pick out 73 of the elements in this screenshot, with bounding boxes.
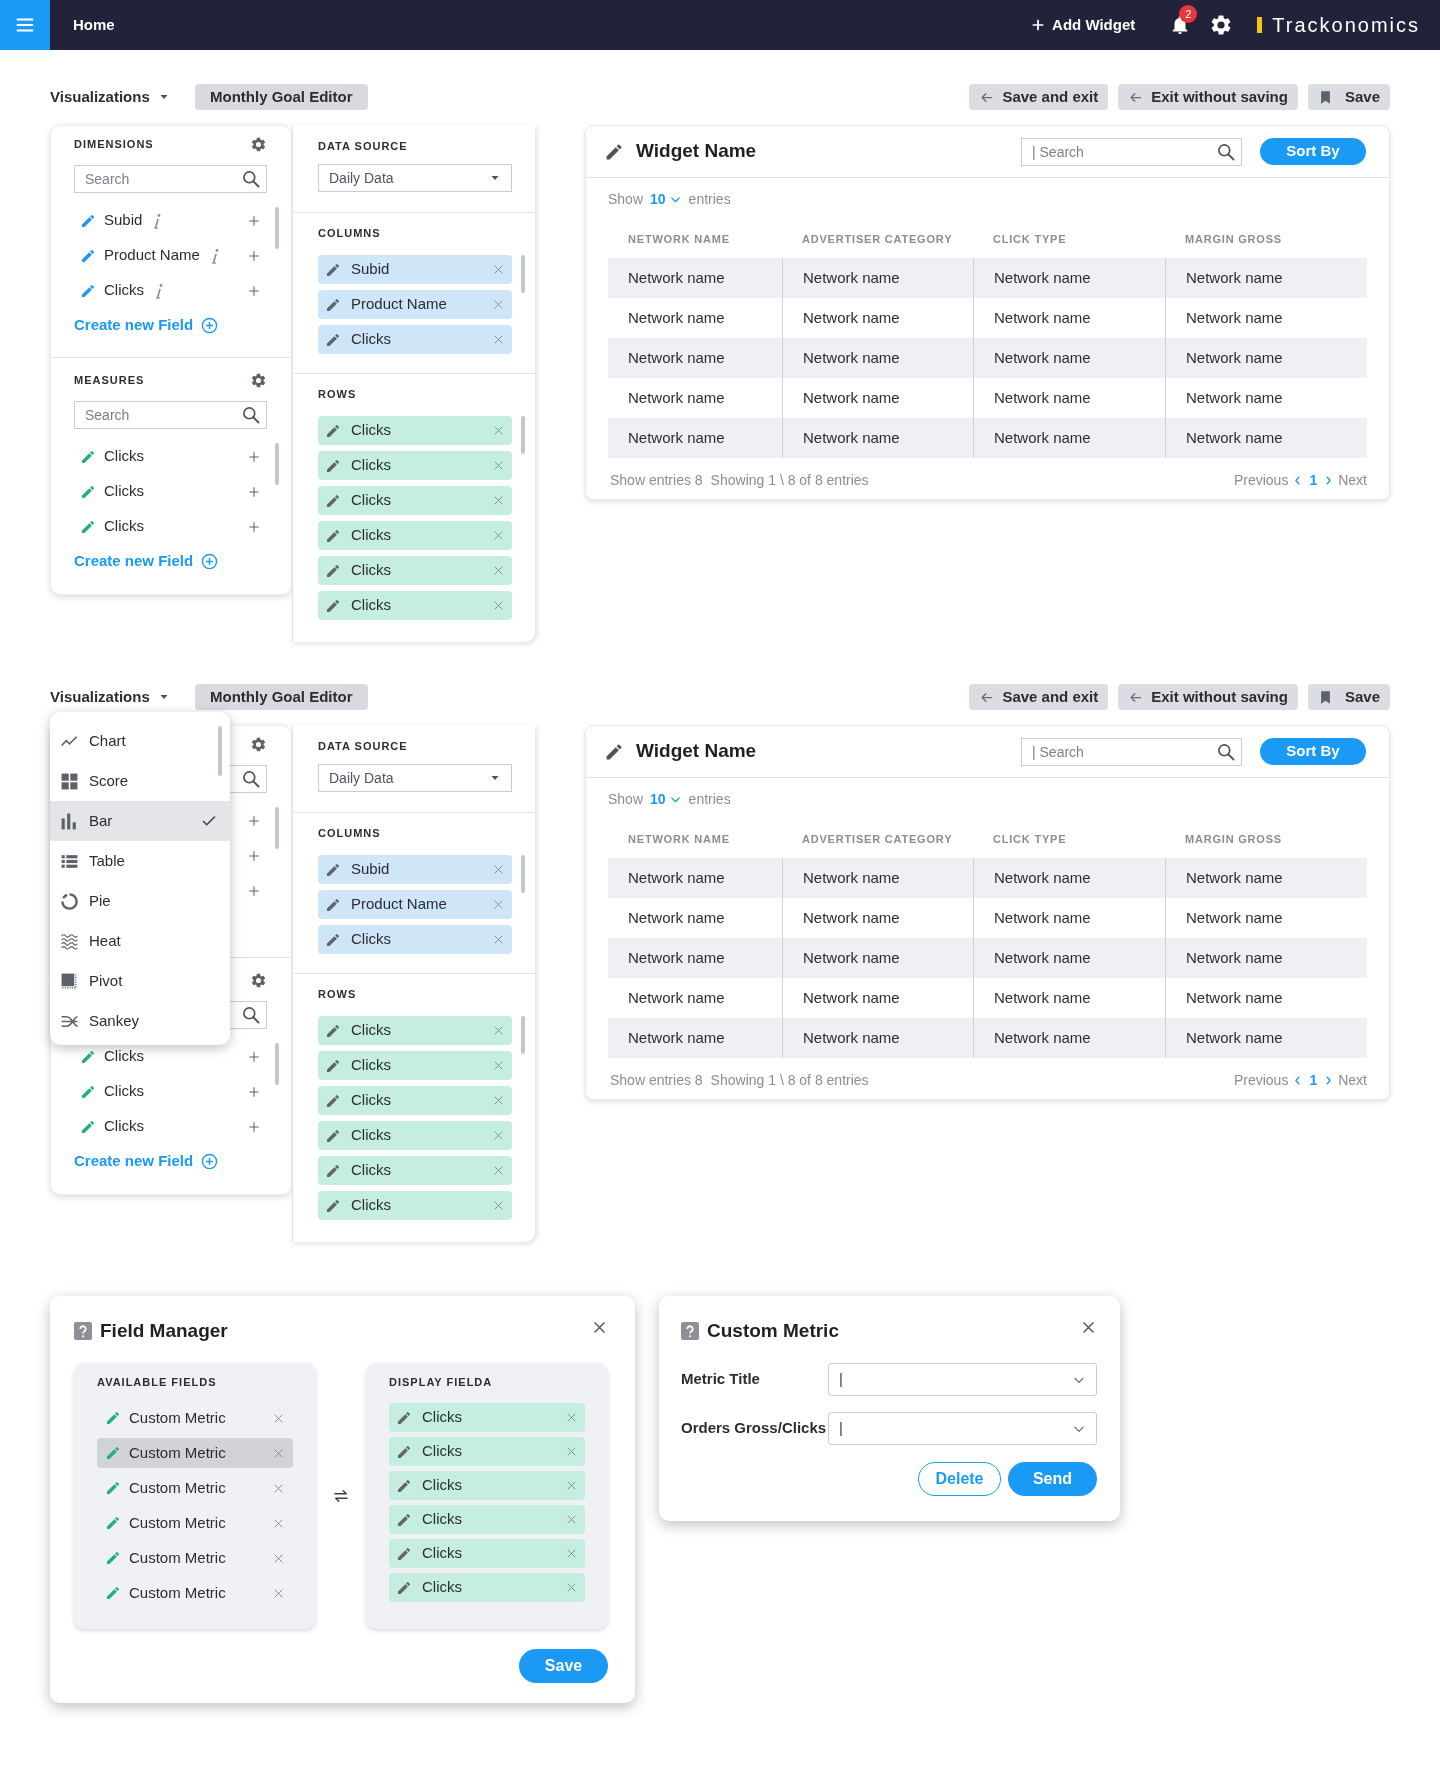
field-label: Clicks bbox=[104, 1081, 144, 1102]
brand-name: Trackonomics bbox=[1272, 13, 1420, 38]
table-cell: Network name bbox=[782, 1018, 973, 1058]
field-label: Clicks bbox=[104, 1116, 144, 1137]
editor-name-tag: Monthly Goal Editor bbox=[195, 684, 368, 710]
section-title: AVAILABLE FIELDS bbox=[97, 1374, 218, 1390]
table-cell: Network name bbox=[1165, 418, 1367, 458]
table-cell-text: Network name bbox=[627, 947, 726, 968]
table-cell: Network name bbox=[1165, 258, 1367, 298]
dialog-title: Field Manager bbox=[100, 1318, 228, 1343]
section-title: DATA SOURCE bbox=[318, 738, 408, 754]
table-cell: Network name bbox=[1165, 858, 1367, 898]
table-cell: Network name bbox=[1165, 338, 1367, 378]
table-cell: Network name bbox=[782, 418, 973, 458]
table-cell-text: Network name bbox=[627, 867, 726, 888]
widget-title: Widget Name bbox=[636, 139, 757, 164]
field-label: Orders Gross/Clicks bbox=[681, 1418, 828, 1439]
column-header: NETWORK NAME bbox=[627, 231, 731, 247]
entries-label: entries bbox=[688, 789, 731, 809]
table-cell-text: Network name bbox=[627, 1027, 726, 1048]
showing-range: Showing 1 \ 8 of 8 entries bbox=[710, 1070, 869, 1090]
table-cell: Network name bbox=[782, 938, 973, 978]
notification-badge: 2 bbox=[1179, 5, 1198, 23]
table-cell: Network name bbox=[1165, 1018, 1367, 1058]
table-cell: Network name bbox=[973, 1018, 1165, 1058]
showing-range: Showing 1 \ 8 of 8 entries bbox=[710, 470, 869, 490]
section-title: MEASURES bbox=[74, 372, 145, 388]
dialog-title: Custom Metric bbox=[707, 1318, 839, 1343]
table-cell: Network name bbox=[1165, 938, 1367, 978]
show-label: Show bbox=[608, 789, 644, 809]
field-label: Clicks bbox=[104, 1046, 144, 1067]
show-label: Show bbox=[608, 189, 644, 209]
entries-count: Show entries 8 bbox=[610, 1070, 703, 1090]
table-cell-text: Network name bbox=[627, 267, 726, 288]
section-title: COLUMNS bbox=[318, 825, 381, 841]
column-header: CLICK TYPE bbox=[992, 231, 1068, 247]
field-label: Clicks bbox=[104, 446, 144, 467]
section-title: ROWS bbox=[318, 986, 357, 1002]
field-label: Clicks bbox=[104, 481, 144, 502]
table-cell-text: Network name bbox=[627, 347, 726, 368]
field-label: Subid bbox=[104, 210, 143, 231]
table-cell: Network name bbox=[782, 858, 973, 898]
column-header: CLICK TYPE bbox=[992, 831, 1068, 847]
field-label: Product Name bbox=[104, 245, 200, 266]
table-cell-text: Network name bbox=[627, 307, 726, 328]
section-title: DISPLAY FIELDA bbox=[389, 1374, 494, 1390]
table-cell: Network name bbox=[782, 258, 973, 298]
entries-count: Show entries 8 bbox=[610, 470, 703, 490]
section-title: DIMENSIONS bbox=[74, 136, 154, 152]
section-title: DATA SOURCE bbox=[318, 138, 408, 154]
field-label: Clicks bbox=[104, 516, 144, 537]
table-cell: Network name bbox=[782, 338, 973, 378]
column-header: NETWORK NAME bbox=[627, 831, 731, 847]
widget-title: Widget Name bbox=[636, 739, 757, 764]
table-cell: Network name bbox=[973, 258, 1165, 298]
table-cell-text: Network name bbox=[627, 387, 726, 408]
column-header: ADVERTISER CATEGORY bbox=[801, 231, 954, 247]
column-header: ADVERTISER CATEGORY bbox=[801, 831, 954, 847]
table-cell-text: Network name bbox=[627, 987, 726, 1008]
entries-label: entries bbox=[688, 189, 731, 209]
field-label: Metric Title bbox=[681, 1369, 761, 1390]
field-label: Clicks bbox=[104, 280, 144, 301]
table-cell-text: Network name bbox=[627, 907, 726, 928]
section-title: COLUMNS bbox=[318, 225, 381, 241]
table-cell: Network name bbox=[973, 938, 1165, 978]
table-cell: Network name bbox=[973, 338, 1165, 378]
editor-name-tag: Monthly Goal Editor bbox=[195, 84, 368, 110]
table-cell: Network name bbox=[973, 858, 1165, 898]
table-cell-text: Network name bbox=[627, 427, 726, 448]
section-title: ROWS bbox=[318, 386, 357, 402]
column-header: MARGIN GROSS bbox=[1184, 231, 1283, 247]
column-header: MARGIN GROSS bbox=[1184, 831, 1283, 847]
table-cell: Network name bbox=[973, 418, 1165, 458]
